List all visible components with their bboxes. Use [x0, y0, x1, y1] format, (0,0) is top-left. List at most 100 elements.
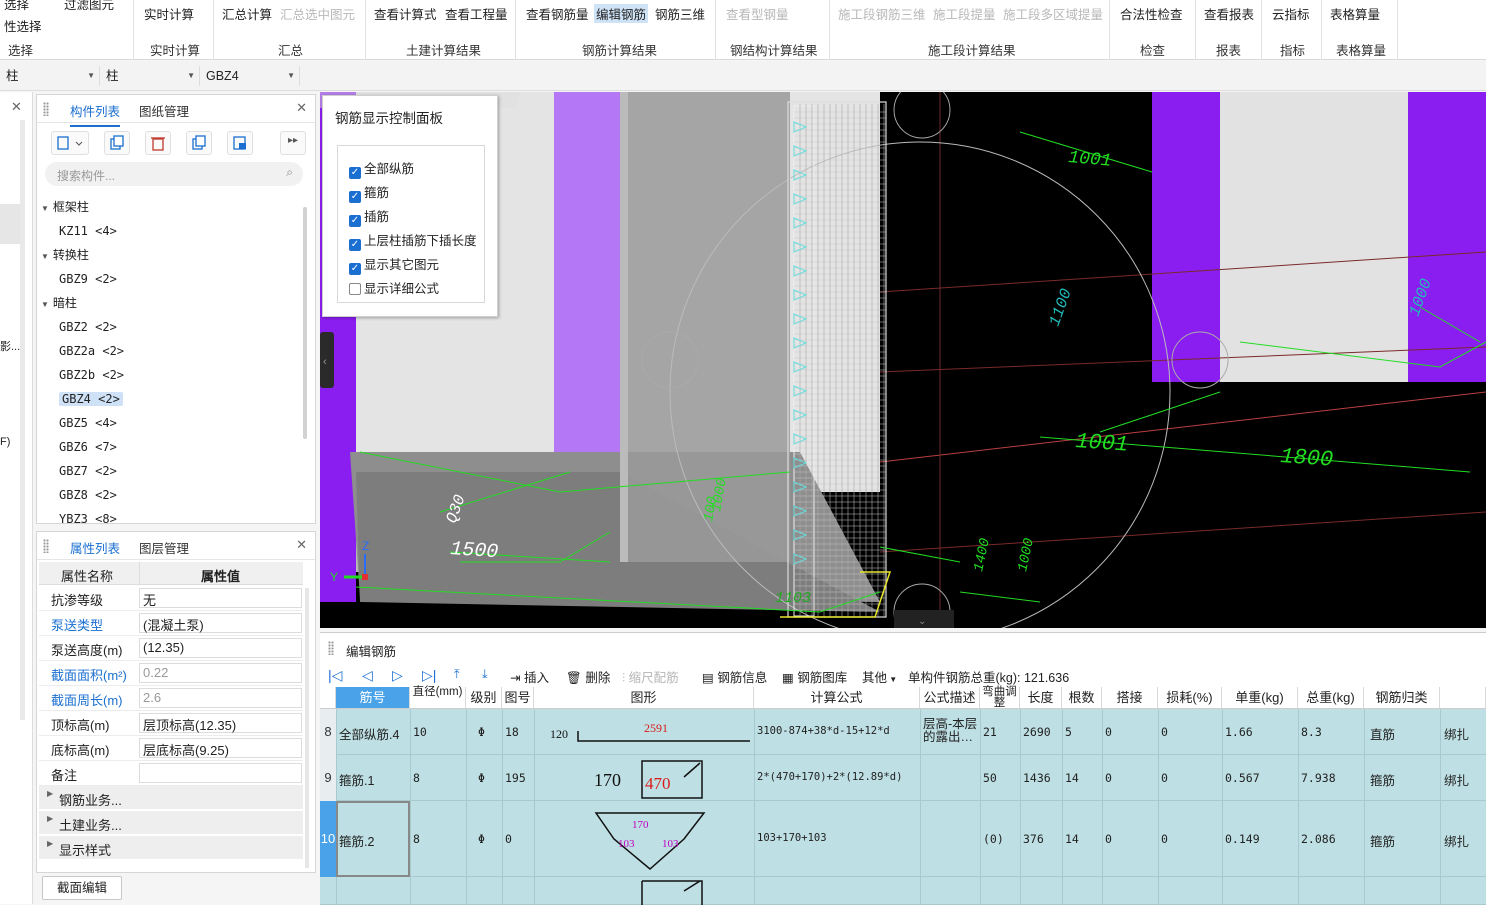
figure-number-cell[interactable]: 195 — [505, 771, 526, 785]
total-weight-cell[interactable]: 7.938 — [1301, 771, 1336, 785]
tree-item[interactable]: GBZ4 <2> — [59, 387, 123, 411]
column-header[interactable]: 根数 — [1062, 687, 1102, 709]
drag-grip-icon[interactable] — [43, 102, 49, 116]
rebar-row[interactable]: 10 箍筋.2 8 Φ 0 103+170+103 (0) 376 14 0 0 0.149 2.086… — [320, 801, 1486, 877]
formula-cell[interactable]: 3100-874+38*d-15+12*d — [757, 725, 890, 737]
rebar-3d-button[interactable]: 钢筋三维 — [655, 4, 705, 23]
rebar-option-checkbox[interactable]: ✓ 箍筋 — [349, 182, 389, 203]
summary-selected-button[interactable]: 汇总选中图元 — [280, 4, 355, 23]
duplicate-to-floor-icon[interactable] — [186, 131, 212, 155]
count-cell[interactable]: 5 — [1065, 725, 1072, 739]
tab-drawing-management[interactable]: 图纸管理 — [139, 101, 189, 120]
column-header[interactable]: 总重(kg) — [1298, 687, 1364, 709]
rebar-shape-drawing[interactable]: 120 2591 — [534, 709, 754, 755]
rebar-option-checkbox[interactable]: ✓ 显示其它图元 — [349, 254, 439, 275]
chevron-down-icon[interactable]: ▼ — [41, 300, 49, 309]
segment-multi-button[interactable]: 施工段多区域提量 — [1003, 4, 1103, 23]
connection-type-cell[interactable]: 绑扎 — [1444, 724, 1469, 743]
figure-number-cell[interactable]: 0 — [505, 832, 512, 846]
column-header[interactable]: 损耗(%) — [1158, 687, 1222, 709]
grade-cell[interactable]: Φ — [478, 832, 485, 846]
section-edit-button[interactable]: 截面编辑 — [42, 876, 122, 900]
tree-group[interactable]: ▼ 转换柱 — [41, 243, 89, 267]
diameter-cell[interactable]: 8 — [413, 771, 420, 785]
diameter-cell[interactable]: 10 — [413, 725, 427, 739]
drag-grip-icon[interactable] — [328, 641, 334, 655]
grade-cell[interactable]: Φ — [478, 725, 485, 739]
nav-scroll-strip[interactable] — [20, 120, 25, 720]
rebar-option-checkbox[interactable]: ✓ 插筋 — [349, 206, 389, 227]
delete-component-icon[interactable] — [145, 131, 171, 155]
loss-cell[interactable]: 0 — [1161, 771, 1168, 785]
tree-item[interactable]: GBZ9 <2> — [59, 267, 117, 291]
column-header[interactable]: 单重(kg) — [1222, 687, 1298, 709]
tree-scrollbar[interactable] — [303, 207, 307, 439]
count-cell[interactable]: 14 — [1065, 771, 1079, 785]
column-header[interactable]: 搭接 — [1102, 687, 1158, 709]
checkbox-checked-icon[interactable]: ✓ — [349, 167, 361, 179]
tree-item[interactable]: GBZ5 <4> — [59, 411, 117, 435]
rebar-name-cell[interactable]: 全部纵筋.4 — [339, 724, 399, 743]
grade-cell[interactable]: Φ — [478, 771, 485, 785]
rebar-shape-drawing[interactable]: 170 103 103 — [534, 801, 754, 877]
rebar-row[interactable] — [320, 877, 1486, 905]
row-number-cell[interactable]: 9 — [320, 755, 336, 801]
tree-item[interactable]: KZ11 <4> — [59, 219, 117, 243]
chevron-down-icon[interactable]: ▼ — [41, 204, 49, 213]
tree-item[interactable]: GBZ8 <2> — [59, 483, 117, 507]
select-button[interactable]: 选择 — [4, 0, 29, 13]
property-name[interactable]: 截面面积(m²) — [51, 665, 127, 684]
total-weight-cell[interactable]: 8.3 — [1301, 725, 1322, 739]
property-name[interactable]: 泵送类型 — [51, 615, 103, 634]
lap-cell[interactable]: 0 — [1105, 832, 1112, 846]
column-header[interactable]: 图号 — [502, 687, 534, 709]
legality-check-button[interactable]: 合法性检查 — [1120, 4, 1183, 23]
move-down-icon[interactable]: ⤓ — [482, 667, 488, 682]
column-header[interactable]: 公式描述 — [920, 687, 980, 709]
property-scrollbar[interactable] — [305, 588, 309, 868]
chevron-right-icon[interactable]: ▶ — [47, 789, 53, 798]
tree-item[interactable]: GBZ7 <2> — [59, 459, 117, 483]
rebar-option-checkbox[interactable]: 显示详细公式 — [349, 278, 439, 297]
loss-cell[interactable]: 0 — [1161, 832, 1168, 846]
tab-component-list[interactable]: 构件列表 — [70, 101, 121, 127]
view-quantity-button[interactable]: 查看工程量 — [445, 4, 508, 23]
floor-combo[interactable]: 柱 ▼ — [2, 66, 100, 86]
column-header[interactable]: 筋号 — [336, 687, 410, 709]
bend-adjust-cell[interactable]: 50 — [983, 771, 997, 785]
cloud-index-button[interactable]: 云指标 — [1272, 4, 1310, 23]
layer-copy-icon[interactable] — [227, 131, 253, 155]
formula-description-cell[interactable]: 层高-本层的露出… — [923, 718, 979, 744]
lap-cell[interactable]: 0 — [1105, 771, 1112, 785]
tab-layer-management[interactable]: 图层管理 — [139, 538, 189, 557]
bend-adjust-cell[interactable]: (0) — [983, 832, 1004, 846]
column-header[interactable]: 弯曲调整 — [980, 686, 1020, 709]
other-menu-button[interactable]: 其他 ▼ — [862, 667, 897, 686]
rebar-category-cell[interactable]: 箍筋 — [1370, 770, 1395, 789]
component-combo[interactable]: GBZ4 ▼ — [202, 66, 300, 86]
tree-item[interactable]: GBZ2a <2> — [59, 339, 124, 363]
property-group[interactable]: ▶ 土建业务... — [39, 811, 303, 834]
tree-group[interactable]: ▼ 暗柱 — [41, 291, 77, 315]
checkbox-checked-icon[interactable]: ✓ — [349, 263, 361, 275]
type-combo[interactable]: 柱 ▼ — [102, 66, 200, 86]
expand-more-icon[interactable]: ▸▸ — [280, 131, 306, 155]
tree-item[interactable]: GBZ2 <2> — [59, 315, 117, 339]
search-input[interactable]: 搜索构件... ⌕ — [45, 162, 303, 186]
rebar-shape-drawing[interactable]: 170 470 — [534, 755, 754, 801]
property-value-field[interactable] — [139, 763, 302, 783]
view-rebar-qty-button[interactable]: 查看钢筋量 — [526, 4, 589, 23]
scale-rebar-button[interactable]: ⫶ 缩尺配筋 — [622, 667, 679, 686]
column-header[interactable]: 级别 — [466, 687, 502, 709]
search-icon[interactable]: ⌕ — [286, 165, 293, 180]
view-steel-button[interactable]: 查看型钢量 — [726, 4, 789, 23]
total-weight-cell[interactable]: 2.086 — [1301, 832, 1336, 846]
table-calc-button[interactable]: 表格算量 — [1330, 4, 1380, 23]
tab-property-list[interactable]: 属性列表 — [70, 538, 121, 564]
connection-type-cell[interactable]: 绑扎 — [1444, 831, 1469, 850]
column-header[interactable]: 长度 — [1020, 687, 1062, 709]
summary-calc-button[interactable]: 汇总计算 — [222, 4, 272, 23]
close-icon[interactable]: ✕ — [11, 99, 22, 115]
segment-3d-button[interactable]: 施工段钢筋三维 — [838, 4, 926, 23]
property-value-field[interactable]: 层底标高(9.25) — [139, 738, 302, 758]
